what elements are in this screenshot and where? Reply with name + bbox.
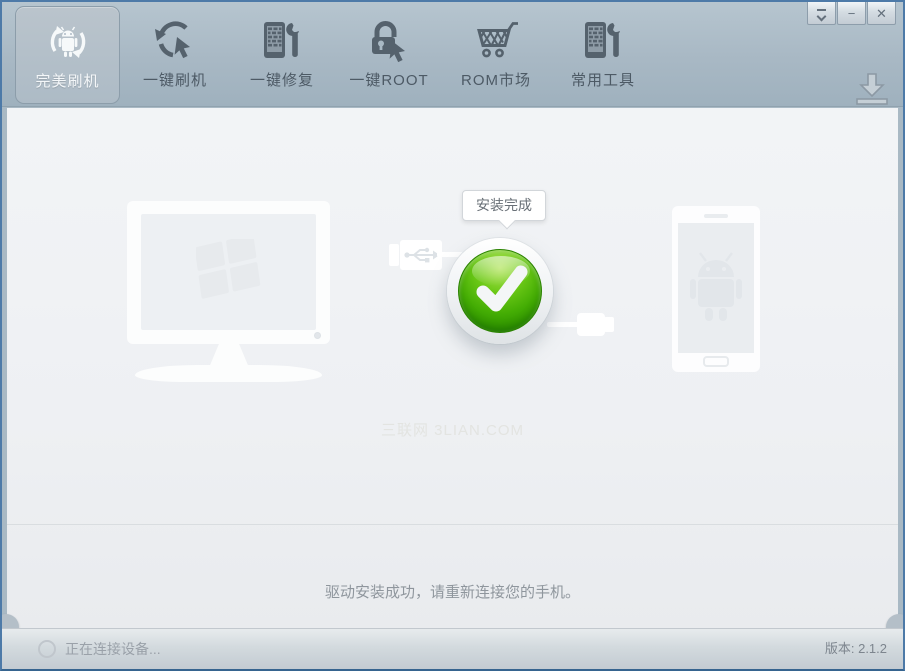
main-canvas: 安装完成 三联网 3LIAN.COM 驱动安装成功，请重新连接您的手机。: [7, 108, 898, 628]
status-text: 正在连接设备...: [65, 641, 161, 657]
tooltip-tail: [498, 212, 516, 230]
status-bar: 正在连接设备... 版本: 2.1.2: [2, 628, 903, 669]
usb-plug-icon: [577, 313, 605, 336]
spinner-icon: [38, 640, 56, 658]
phone-speaker: [704, 214, 728, 218]
phone-wrench-icon: [579, 17, 627, 65]
monitor-base: [135, 365, 322, 382]
tab-perfect-flash[interactable]: 完美刷机: [15, 6, 120, 104]
tab-label: 完美刷机: [35, 73, 100, 90]
android-refresh-icon: [44, 18, 92, 66]
toolbar: 完美刷机 一键刷机 一键修复 一键ROOT ROM市场 常用工具: [2, 2, 903, 107]
monitor-screen: [141, 214, 316, 330]
tab-label: 一键刷机: [142, 72, 207, 89]
android-logo-icon: [690, 252, 742, 321]
download-icon: [856, 73, 888, 105]
close-button[interactable]: ✕: [867, 2, 896, 25]
checkmark-icon: [476, 265, 528, 312]
windows-logo-icon: [196, 239, 261, 299]
lock-cursor-icon: [365, 17, 413, 65]
phone-home-button: [703, 356, 729, 367]
phone-wrench-icon: [258, 17, 306, 65]
monitor-frame: [127, 201, 330, 344]
tab-one-key-repair[interactable]: 一键修复: [232, 6, 332, 104]
phone-screen: [678, 223, 754, 353]
minimize-icon: −: [847, 5, 856, 21]
monitor-graphic: [127, 201, 337, 491]
refresh-cursor-icon: [151, 17, 199, 65]
watermark-text: 三联网 3LIAN.COM: [380, 422, 525, 439]
success-button[interactable]: [447, 238, 553, 344]
download-button[interactable]: [851, 72, 893, 106]
tooltip-label: 安装完成: [476, 197, 532, 213]
menu-icon: [816, 8, 827, 18]
install-complete-tooltip: 安装完成: [462, 190, 546, 230]
version-text: 版本: 2.1.2: [824, 641, 887, 656]
phone-graphic: [672, 206, 760, 372]
monitor-power-led: [314, 332, 321, 339]
window-controls: − ✕: [806, 2, 896, 25]
tab-label: 一键修复: [249, 72, 314, 89]
tab-rom-market[interactable]: ROM市场: [446, 6, 546, 104]
tab-one-key-root[interactable]: 一键ROOT: [339, 6, 439, 104]
shopping-cart-icon: [472, 17, 520, 65]
usb-cable-end: [604, 317, 614, 332]
tab-one-key-flash[interactable]: 一键刷机: [125, 6, 225, 104]
tab-label: 常用工具: [570, 72, 635, 89]
tab-label: ROM市场: [461, 72, 531, 89]
app-window: 完美刷机 一键刷机 一键修复 一键ROOT ROM市场 常用工具 − ✕ 安装完…: [0, 0, 905, 671]
usb-plug-icon: [400, 240, 442, 270]
minimize-button[interactable]: −: [837, 2, 866, 25]
driver-message: 驱动安装成功，请重新连接您的手机。: [324, 584, 580, 601]
close-icon: ✕: [876, 5, 887, 21]
menu-button[interactable]: [807, 2, 836, 25]
tab-label: 一键ROOT: [349, 72, 429, 89]
tab-common-tools[interactable]: 常用工具: [553, 6, 653, 104]
usb-cable-end: [389, 244, 399, 266]
section-divider: [7, 524, 898, 525]
